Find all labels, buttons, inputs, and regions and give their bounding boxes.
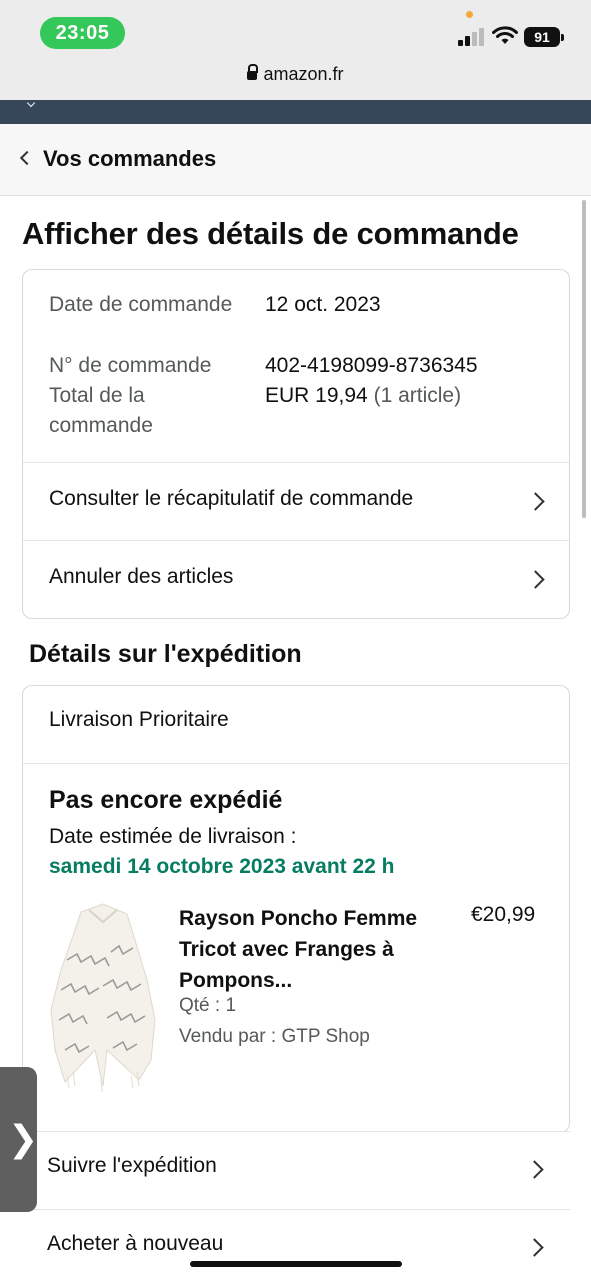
scrollbar[interactable]	[582, 200, 586, 518]
order-date-label: Date de commande	[49, 293, 233, 316]
delivery-estimate-date: samedi 14 octobre 2023 avant 22 h	[49, 855, 395, 878]
divider	[23, 763, 569, 764]
home-indicator[interactable]	[190, 1261, 402, 1267]
order-number-label: N° de commande	[49, 354, 212, 377]
poncho-image[interactable]	[47, 900, 159, 1092]
chevron-right-icon	[526, 492, 545, 511]
battery-icon: 91	[524, 27, 564, 47]
shipment-card: Livraison Prioritaire Pas encore expédié…	[22, 685, 570, 1133]
chevron-left-icon	[19, 150, 35, 166]
order-recap-link[interactable]: Consulter le récapitulatif de commande	[23, 462, 569, 540]
order-total-value: EUR 19,94	[265, 384, 368, 407]
cancel-items-link[interactable]: Annuler des articles	[23, 540, 569, 618]
shipping-section-title: Détails sur l'expédition	[29, 640, 302, 668]
side-panel-tab[interactable]: ❯	[0, 1067, 39, 1212]
chevron-down-icon	[26, 98, 36, 108]
chevron-right-icon	[525, 1160, 544, 1179]
address-bar[interactable]: amazon.fr	[0, 64, 591, 88]
track-shipment-label: Suivre l'expédition	[47, 1154, 217, 1177]
order-number-value: 402-4198099-8736345	[265, 354, 478, 377]
back-nav[interactable]: Vos commandes	[0, 124, 591, 196]
product-quantity: Qté : 1	[179, 995, 237, 1016]
status-time: 23:05	[40, 17, 125, 49]
lock-icon	[247, 64, 259, 81]
product-title-link[interactable]: Rayson Poncho Femme Tricot avec Franges …	[179, 903, 449, 996]
order-recap-label: Consulter le récapitulatif de commande	[49, 487, 414, 510]
battery-level: 91	[524, 27, 560, 47]
header-band	[0, 98, 591, 124]
delivery-estimate-label: Date estimée de livraison :	[49, 825, 297, 848]
shipment-status: Pas encore expédié	[49, 786, 283, 814]
status-bar: 23:05 91 amazon.fr	[0, 0, 591, 100]
url-text: amazon.fr	[263, 64, 344, 84]
order-item-count: (1 article)	[373, 384, 462, 407]
buy-again-label: Acheter à nouveau	[47, 1232, 224, 1255]
page-title: Afficher des détails de commande	[22, 216, 519, 251]
product-price: €20,99	[471, 903, 536, 926]
wifi-icon	[492, 26, 518, 44]
order-total-label: Total de la commande	[49, 384, 153, 437]
back-link-label[interactable]: Vos commandes	[43, 146, 216, 172]
cancel-items-label: Annuler des articles	[49, 565, 234, 588]
order-date-value: 12 oct. 2023	[265, 293, 381, 316]
order-summary-card: Date de commande 12 oct. 2023 N° de comm…	[22, 269, 570, 619]
chevron-right-icon	[525, 1238, 544, 1257]
shipping-method: Livraison Prioritaire	[49, 708, 229, 731]
mic-indicator-icon	[466, 11, 473, 18]
cellular-signal-icon	[458, 28, 484, 46]
chevron-right-icon	[526, 570, 545, 589]
product-seller: Vendu par : GTP Shop	[179, 1026, 370, 1047]
track-shipment-button[interactable]: Suivre l'expédition	[22, 1131, 570, 1209]
chevron-right-icon: ❯	[8, 1119, 39, 1160]
buy-again-button[interactable]: Acheter à nouveau	[22, 1209, 570, 1280]
